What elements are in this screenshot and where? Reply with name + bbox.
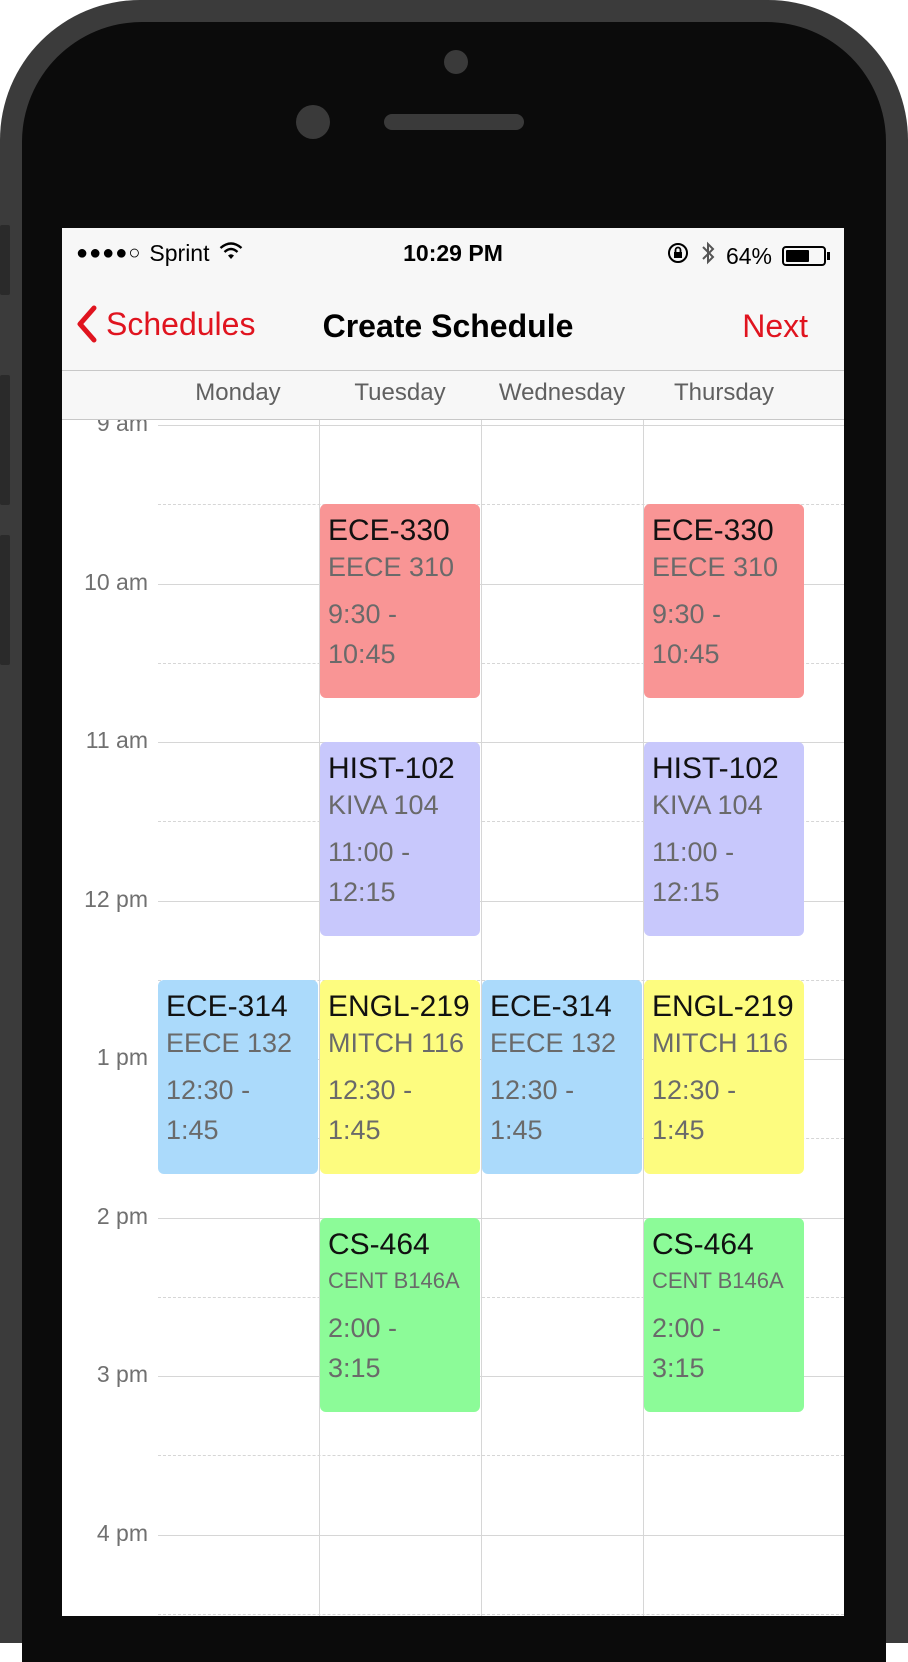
class-code: HIST-102 <box>328 752 455 785</box>
bluetooth-icon <box>700 240 716 272</box>
rotation-lock-icon <box>666 241 690 271</box>
proximity-sensor <box>444 50 468 74</box>
schedule-grid[interactable]: 9 am 10 am 11 am 12 pm 1 pm 2 pm 3 pm 4 pm ECE-3… <box>62 420 844 1616</box>
class-time: 12:30 -1:45 <box>166 1074 251 1145</box>
class-time: 2:00 -3:15 <box>652 1312 722 1383</box>
half-hour-line <box>158 1613 844 1615</box>
navigation-bar: Schedules Create Schedule Next <box>62 278 844 370</box>
hour-label: 3 pm <box>96 1361 148 1387</box>
class-room: CENT B146A <box>652 1267 784 1293</box>
class-time: 2:00 -3:15 <box>328 1312 398 1383</box>
next-button[interactable]: Next <box>742 308 808 345</box>
day-header-thursday: Thursday <box>673 379 775 406</box>
class-code: ENGL-219 <box>652 989 794 1023</box>
class-room: MITCH 116 <box>328 1027 465 1058</box>
battery-level <box>786 250 810 262</box>
class-block-ece-330-tuesday[interactable]: ECE-330 EECE 310 9:30 -10:45 <box>320 504 480 699</box>
front-camera <box>296 105 330 139</box>
hour-label: 4 pm <box>96 1519 148 1546</box>
hour-label: 9 am <box>96 420 148 436</box>
hour-label: 10 am <box>84 568 148 595</box>
day-header-wednesday: Wednesday <box>498 379 626 406</box>
class-block-ece-314-wednesday[interactable]: ECE-314 EECE 132 12:30 -1:45 <box>482 979 642 1174</box>
class-time: 12:30 -1:45 <box>652 1074 737 1145</box>
class-room: EECE 310 <box>652 552 779 583</box>
class-room: CENT B146A <box>328 1267 460 1293</box>
hour-line <box>158 1534 844 1536</box>
class-time: 11:00 -12:15 <box>328 837 411 907</box>
hour-line <box>158 425 844 426</box>
class-block-hist-102-tuesday[interactable]: HIST-102 KIVA 104 11:00 -12:15 <box>320 742 480 937</box>
class-block-ece-330-thursday[interactable]: ECE-330 EECE 310 9:30 -10:45 <box>644 504 804 699</box>
class-room: MITCH 116 <box>652 1027 789 1058</box>
hour-label: 2 pm <box>96 1202 148 1229</box>
class-code: ECE-314 <box>490 989 612 1023</box>
mute-switch <box>0 225 10 295</box>
class-code: ENGL-219 <box>328 989 470 1023</box>
class-time: 12:30 -1:45 <box>328 1074 413 1145</box>
battery-percent: 64% <box>725 242 772 269</box>
half-hour-line <box>158 1455 844 1457</box>
class-time: 11:00 -12:15 <box>652 837 735 907</box>
class-time: 9:30 -10:45 <box>328 599 398 670</box>
volume-up-button <box>0 375 10 505</box>
class-block-cs-464-thursday[interactable]: CS-464 CENT B146A 2:00 -3:15 <box>644 1217 804 1412</box>
class-room: KIVA 104 <box>328 790 439 820</box>
class-code: ECE-314 <box>166 989 288 1023</box>
status-bar: ●●●●○ Sprint 10:29 PM 64% <box>62 228 844 278</box>
class-code: CS-464 <box>652 1227 754 1261</box>
app-screen: ●●●●○ Sprint 10:29 PM 64% Schedules Crea… <box>62 228 844 1616</box>
phone-frame: ●●●●○ Sprint 10:29 PM 64% Schedules Crea… <box>0 0 908 1662</box>
hour-label: 11 am <box>85 727 148 753</box>
class-code: ECE-330 <box>328 514 450 548</box>
volume-down-button <box>0 535 10 665</box>
class-code: CS-464 <box>328 1227 430 1261</box>
status-right: 64% <box>666 240 830 272</box>
class-code: ECE-330 <box>652 514 774 548</box>
hour-label: 1 pm <box>96 1044 148 1070</box>
hour-label: 12 pm <box>84 885 148 912</box>
class-room: KIVA 104 <box>652 790 763 820</box>
class-room: EECE 132 <box>490 1027 617 1058</box>
class-block-engl-219-thursday[interactable]: ENGL-219 MITCH 116 12:30 -1:45 <box>644 979 804 1174</box>
earpiece-speaker <box>384 114 524 130</box>
class-block-ece-314-monday[interactable]: ECE-314 EECE 132 12:30 -1:45 <box>158 979 318 1174</box>
class-block-cs-464-tuesday[interactable]: CS-464 CENT B146A 2:00 -3:15 <box>320 1217 480 1412</box>
class-block-engl-219-tuesday[interactable]: ENGL-219 MITCH 116 12:30 -1:45 <box>320 979 480 1174</box>
day-header-tuesday: Tuesday <box>354 379 446 406</box>
class-code: HIST-102 <box>652 752 779 785</box>
class-block-hist-102-thursday[interactable]: HIST-102 KIVA 104 11:00 -12:15 <box>644 742 804 937</box>
class-time: 9:30 -10:45 <box>652 599 722 670</box>
class-room: EECE 132 <box>166 1027 293 1058</box>
class-time: 12:30 -1:45 <box>490 1074 575 1145</box>
day-header-row: Monday Tuesday Wednesday Thursday <box>62 370 844 420</box>
page-title: Create Schedule <box>322 308 574 344</box>
battery-icon <box>782 246 830 266</box>
class-room: EECE 310 <box>328 552 455 583</box>
day-header-monday: Monday <box>195 379 281 406</box>
